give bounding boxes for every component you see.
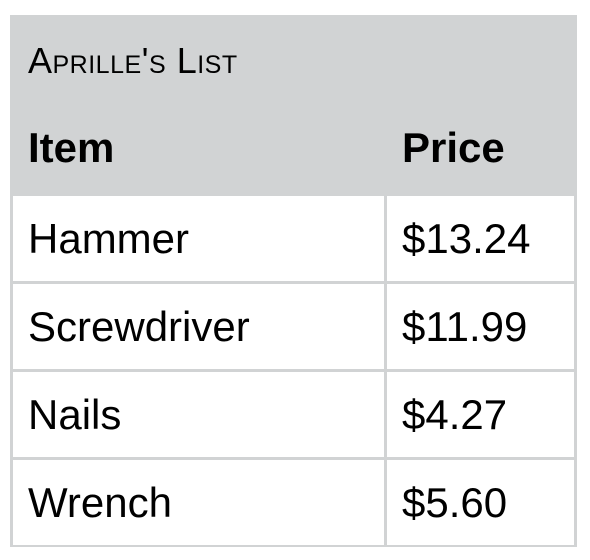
column-header-price: Price bbox=[402, 124, 505, 171]
item-cell: Hammer bbox=[13, 196, 384, 281]
item-cell: Nails bbox=[13, 372, 384, 457]
price-cell: $13.24 bbox=[387, 196, 574, 281]
table-row: Screwdriver $11.99 bbox=[13, 284, 574, 369]
table-row: Wrench $5.60 bbox=[13, 460, 574, 545]
item-cell: Wrench bbox=[13, 460, 384, 545]
price-cell: $4.27 bbox=[387, 372, 574, 457]
table-row: Hammer $13.24 bbox=[13, 196, 574, 281]
column-header-item: Item bbox=[28, 124, 115, 171]
item-cell: Screwdriver bbox=[13, 284, 384, 369]
price-list-table: Aprille's List Item Price Hammer $13.24 … bbox=[10, 15, 577, 547]
table-row: Nails $4.27 bbox=[13, 372, 574, 457]
price-cell: $5.60 bbox=[387, 460, 574, 545]
table-title: Aprille's List bbox=[28, 40, 238, 81]
price-cell: $11.99 bbox=[387, 284, 574, 369]
table-body: Hammer $13.24 Screwdriver $11.99 Nails $… bbox=[13, 196, 574, 548]
